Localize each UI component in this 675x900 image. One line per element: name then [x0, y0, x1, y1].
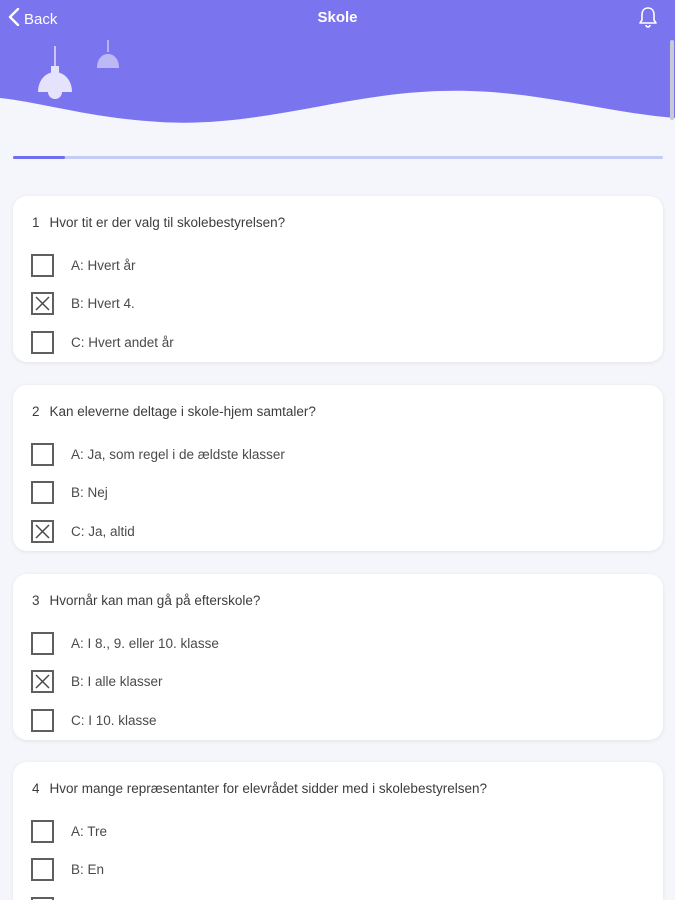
question-number: 4	[32, 781, 40, 796]
answer-checkbox[interactable]	[31, 858, 54, 881]
answer-label: A: Hvert år	[71, 258, 136, 273]
answer-checkbox[interactable]	[31, 254, 54, 277]
question-card: 2 Kan eleverne deltage i skole-hjem samt…	[13, 385, 663, 551]
bell-icon[interactable]	[638, 6, 658, 28]
question-label: Hvor tit er der valg til skolebestyrelse…	[49, 215, 286, 230]
answer-label: C: Hvert andet år	[71, 335, 174, 350]
answer-option[interactable]: C: I 10. klasse	[31, 709, 157, 732]
question-number: 1	[32, 215, 40, 230]
scrollbar[interactable]	[670, 40, 674, 120]
answer-option[interactable]: A: Ja, som regel i de ældste klasser	[31, 443, 285, 466]
answer-checkbox[interactable]	[31, 820, 54, 843]
answer-option[interactable]: A: Tre	[31, 820, 107, 843]
answer-label: A: I 8., 9. eller 10. klasse	[71, 636, 219, 651]
question-card: 1 Hvor tit er der valg til skolebestyrel…	[13, 196, 663, 362]
answer-checkbox[interactable]	[31, 292, 54, 315]
answer-label: C: Ja, altid	[71, 524, 135, 539]
pendant-lamp-icon	[32, 46, 78, 109]
answer-option[interactable]: C: Hvert andet år	[31, 331, 174, 354]
answer-label: B: I alle klasser	[71, 674, 163, 689]
answer-checkbox[interactable]	[31, 331, 54, 354]
answer-option[interactable]: C: Ja, altid	[31, 520, 135, 543]
question-card: 3 Hvornår kan man gå på efterskole? A: I…	[13, 574, 663, 740]
answer-option[interactable]: A: I 8., 9. eller 10. klasse	[31, 632, 219, 655]
question-number: 3	[32, 593, 40, 608]
question-text: 4 Hvor mange repræsentanter for elevråde…	[32, 781, 487, 796]
answer-label: C: I 10. klasse	[71, 713, 157, 728]
answer-checkbox[interactable]	[31, 709, 54, 732]
question-label: Hvornår kan man gå på efterskole?	[49, 593, 261, 608]
answer-label: B: Nej	[71, 485, 108, 500]
quiz-progress-bar	[13, 156, 663, 159]
answer-checkbox[interactable]	[31, 670, 54, 693]
answer-checkbox[interactable]	[31, 520, 54, 543]
quiz-progress-fill	[13, 156, 65, 159]
answer-checkbox[interactable]	[31, 632, 54, 655]
answer-option[interactable]: A: Hvert år	[31, 254, 136, 277]
question-number: 2	[32, 404, 40, 419]
question-text: 1 Hvor tit er der valg til skolebestyrel…	[32, 215, 285, 230]
header: Back Skole	[0, 0, 675, 130]
page-title: Skole	[317, 9, 358, 26]
answer-option[interactable]: B: En	[31, 858, 104, 881]
question-label: Kan eleverne deltage i skole-hjem samtal…	[49, 404, 316, 419]
answer-label: A: Tre	[71, 824, 108, 839]
answer-label: A: Ja, som regel i de ældste klasser	[71, 447, 285, 462]
answer-option[interactable]: B: Nej	[31, 481, 108, 504]
answer-checkbox[interactable]	[31, 481, 54, 504]
answer-checkbox[interactable]	[31, 443, 54, 466]
question-card: 4 Hvor mange repræsentanter for elevråde…	[13, 762, 663, 900]
answer-label: B: Hvert 4.	[71, 296, 135, 311]
answer-option[interactable]: B: Hvert 4.	[31, 292, 135, 315]
pendant-lamp-small-icon	[94, 40, 122, 79]
question-label: Hvor mange repræsentanter for elevrådet …	[49, 781, 487, 796]
answer-label: B: En	[71, 862, 105, 877]
question-text: 2 Kan eleverne deltage i skole-hjem samt…	[32, 404, 316, 419]
question-text: 3 Hvornår kan man gå på efterskole?	[32, 593, 260, 608]
answer-option[interactable]: B: I alle klasser	[31, 670, 163, 693]
